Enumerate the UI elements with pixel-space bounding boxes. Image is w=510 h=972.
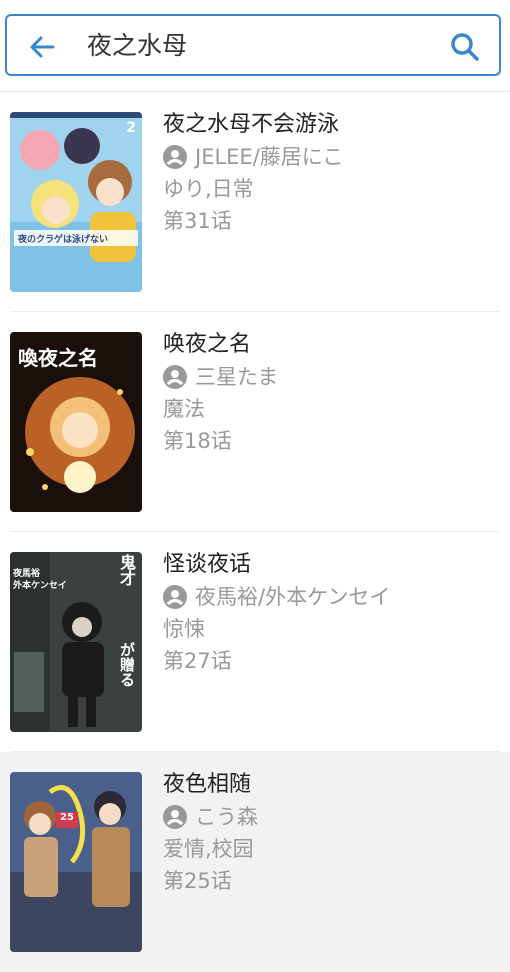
user-icon — [163, 585, 187, 609]
author-name: こう森 — [195, 805, 258, 829]
cover-author-label: 外本ケンセイ — [13, 581, 67, 591]
user-icon — [163, 365, 187, 389]
cover-title: 喚夜之名 — [18, 346, 98, 370]
result-author: 夜馬裕/外本ケンセイ — [163, 582, 390, 612]
cover-image[interactable]: 2 夜のクラゲは泳げない — [10, 112, 142, 292]
result-author: 三星たま — [163, 362, 278, 392]
result-chapter: 第31话 — [163, 209, 232, 233]
cover-volume-number: 2 — [126, 120, 136, 136]
result-tags: ゆり,日常 — [163, 177, 254, 201]
result-title[interactable]: 怪谈夜话 — [163, 550, 251, 580]
result-chapter: 第18话 — [163, 429, 232, 453]
cover-image[interactable]: 喚夜之名 — [10, 332, 142, 512]
result-author: こう森 — [163, 802, 258, 832]
user-icon — [163, 145, 187, 169]
cover-side-text: が贈る — [118, 642, 136, 687]
cover-caption: 夜のクラゲは泳げない — [18, 235, 109, 245]
result-title[interactable]: 夜色相随 — [163, 770, 251, 800]
result-tags: 爱情,校园 — [163, 837, 254, 861]
search-input[interactable]: 夜之水母 — [87, 29, 187, 63]
result-tags: 惊悚 — [163, 617, 205, 641]
cover-badge: 25 — [60, 812, 74, 823]
result-author: JELEE/藤居にこ — [163, 142, 343, 172]
result-title[interactable]: 唤夜之名 — [163, 330, 251, 360]
cover-side-text: 鬼才 — [117, 554, 136, 586]
search-bar: 夜之水母 — [5, 14, 501, 76]
result-chapter: 第27话 — [163, 649, 232, 673]
author-name: JELEE/藤居にこ — [195, 145, 344, 169]
cover-image[interactable]: 25 — [10, 772, 142, 952]
back-arrow-icon[interactable] — [27, 32, 57, 62]
result-item[interactable]: 25 夜色相随 こう森 爱情,校园 第25话 — [0, 752, 510, 972]
cover-image[interactable]: 鬼才 が贈る 夜馬裕 外本ケンセイ — [10, 552, 142, 732]
author-name: 夜馬裕/外本ケンセイ — [195, 585, 391, 609]
search-icon[interactable] — [449, 31, 481, 63]
user-icon — [163, 805, 187, 829]
author-name: 三星たま — [195, 365, 279, 389]
result-item[interactable]: 2 夜のクラゲは泳げない 夜之水母不会游泳 JELEE/藤居にこ ゆり,日常 第… — [0, 92, 510, 312]
result-item[interactable]: 鬼才 が贈る 夜馬裕 外本ケンセイ 怪谈夜话 夜馬裕/外本ケンセイ 惊悚 第27… — [0, 532, 510, 752]
result-tags: 魔法 — [163, 397, 205, 421]
result-chapter: 第25话 — [163, 869, 232, 893]
result-item[interactable]: 喚夜之名 唤夜之名 三星たま 魔法 第18话 — [0, 312, 510, 532]
result-title[interactable]: 夜之水母不会游泳 — [163, 110, 339, 140]
